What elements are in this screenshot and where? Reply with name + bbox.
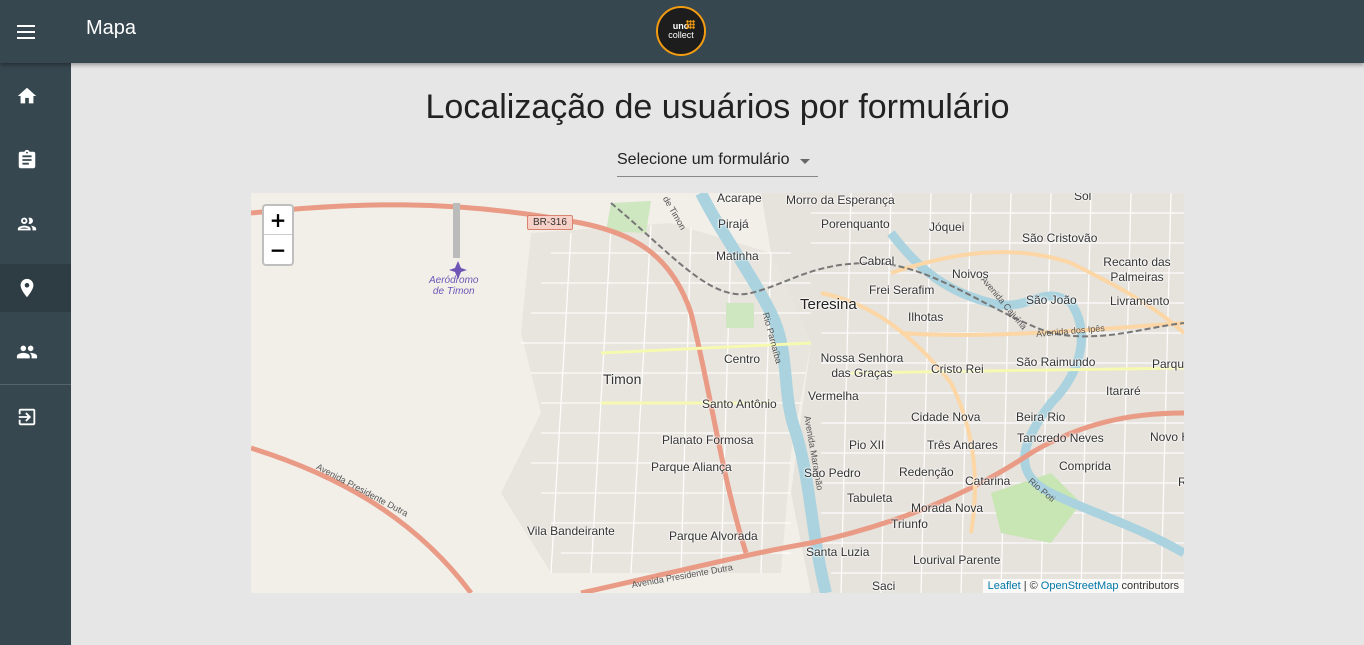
map-label-parque-alvorada: Parque Alvorada [669, 529, 758, 543]
map-label-redencao: Redenção [899, 465, 954, 479]
map-label-sao-raimundo: São Raimundo [1016, 355, 1096, 369]
map-label-santa-luzia: Santa Luzia [806, 545, 870, 559]
leaflet-link[interactable]: Leaflet [988, 580, 1021, 592]
map-label-sao-cristovao: São Cristovão [1022, 231, 1098, 245]
zoom-control: + − [262, 204, 294, 266]
user-group-icon [17, 217, 37, 231]
park-area-small [726, 303, 754, 328]
map-label-beira-rio: Beira Rio [1016, 410, 1066, 424]
map-label-saci: Saci [872, 579, 896, 593]
map-label-tabuleta: Tabuleta [847, 491, 893, 505]
map-label-ilhotas: Ilhotas [908, 310, 944, 324]
map-label-sao-pedro: São Pedro [804, 466, 861, 480]
map-label-acarape: Acarape [717, 193, 762, 205]
map-label-cristo-rei: Cristo Rei [931, 362, 984, 376]
city-label-teresina: Teresina [800, 296, 857, 313]
sidebar-item-forms[interactable] [0, 136, 71, 184]
map-label-frei: Frei Serafim [869, 283, 935, 297]
map-label-cidade-nova: Cidade Nova [911, 410, 981, 424]
logo-dots [686, 20, 695, 29]
map-label-nossa-senhora: Nossa Senhora das Graças [820, 351, 904, 380]
map-label-comprida: Comprida [1059, 459, 1112, 473]
home-icon [17, 87, 37, 104]
map-attribution: Leaflet | © OpenStreetMap contributors [982, 579, 1184, 593]
map-label-joquei: Jóquei [929, 220, 965, 234]
form-select-value: Selecione um formulário [617, 151, 790, 168]
map-label-pio-xii: Pio XII [849, 438, 885, 452]
map-label-r: R [1178, 475, 1184, 489]
map-label-recanto: Recanto das Palmeiras [1103, 255, 1171, 284]
map-label-triunfo: Triunfo [891, 517, 928, 531]
menu-button[interactable] [0, 0, 52, 63]
zoom-in-button[interactable]: + [264, 206, 292, 235]
sidebar-item-map[interactable] [0, 264, 71, 312]
airport-label-line1: Aeródromo [429, 275, 479, 286]
page-heading: Localização de usuários por formulário [425, 88, 1010, 126]
map-label-sol: Sol [1074, 193, 1092, 203]
page-title: Mapa [86, 17, 137, 39]
map-label-piraja: Pirajá [718, 217, 749, 231]
top-app-bar: Mapa uno collect [0, 0, 1364, 63]
map-label-parque-alianca: Parque Aliança [651, 460, 732, 474]
airport-label-line2: de Timon [432, 286, 475, 297]
map-label-vermelha: Vermelha [808, 389, 859, 403]
airport-label: Aeródromo de Timon [429, 275, 478, 297]
map-label-novo-ho: Novo Ho [1150, 430, 1184, 444]
map-label-centro: Centro [724, 352, 761, 366]
sidebar-divider [0, 384, 71, 385]
map-label-parque: Parque [1152, 357, 1184, 371]
map-label-itarare: Itararé [1106, 384, 1141, 398]
location-pin-icon [20, 278, 34, 298]
road-dutra-west [251, 445, 473, 593]
map-label-tres-andares: Três Andares [927, 438, 998, 452]
zoom-out-button[interactable]: − [264, 235, 292, 264]
clipboard-icon [18, 149, 36, 169]
sidebar-item-teams[interactable] [0, 328, 71, 376]
map-label-catarina: Catarina [965, 474, 1011, 488]
attribution-suffix: contributors [1121, 580, 1179, 592]
map-label-sao-joao: São João [1026, 293, 1077, 307]
people-icon [16, 345, 38, 359]
dropdown-arrow-icon [800, 159, 810, 164]
road-shield-br316: BR-316 [527, 215, 573, 230]
logout-icon [18, 408, 36, 426]
map-label-noivos: Noivos [952, 267, 989, 281]
map-label-morada-nova: Morada Nova [911, 501, 984, 515]
sidebar-item-home[interactable] [0, 72, 71, 120]
osm-link[interactable]: OpenStreetMap [1041, 580, 1119, 592]
sidebar-item-logout[interactable] [0, 393, 71, 441]
city-label-timon: Timon [603, 371, 642, 387]
map-label-cabral: Cabral [859, 254, 895, 268]
map-label-vila-bandeirante: Vila Bandeirante [527, 524, 615, 538]
map-label-livramento: Livramento [1110, 294, 1170, 308]
sidebar [0, 63, 71, 645]
map-label-planato: Planato Formosa [662, 433, 754, 447]
map-label-tancredo: Tancredo Neves [1017, 431, 1104, 445]
form-select[interactable]: Selecione um formulário [617, 148, 818, 177]
map-label-santo-antonio: Santo Antônio [702, 397, 777, 411]
app-logo: uno collect [656, 6, 706, 56]
attribution-separator: | © [1023, 580, 1038, 592]
map-label-morro: Morro da Esperança [786, 193, 895, 207]
logo-text-bottom: collect [668, 30, 694, 40]
map-label-porenquanto: Porenquanto [821, 217, 890, 231]
map-view[interactable]: BR-316 Aeródromo de Timon Avenida Presid… [251, 193, 1184, 593]
sidebar-item-users[interactable] [0, 200, 71, 248]
map-label-matinha: Matinha [716, 249, 759, 263]
airport-runway [453, 203, 460, 258]
menu-icon [17, 24, 35, 39]
map-label-lourival: Lourival Parente [913, 553, 1001, 567]
